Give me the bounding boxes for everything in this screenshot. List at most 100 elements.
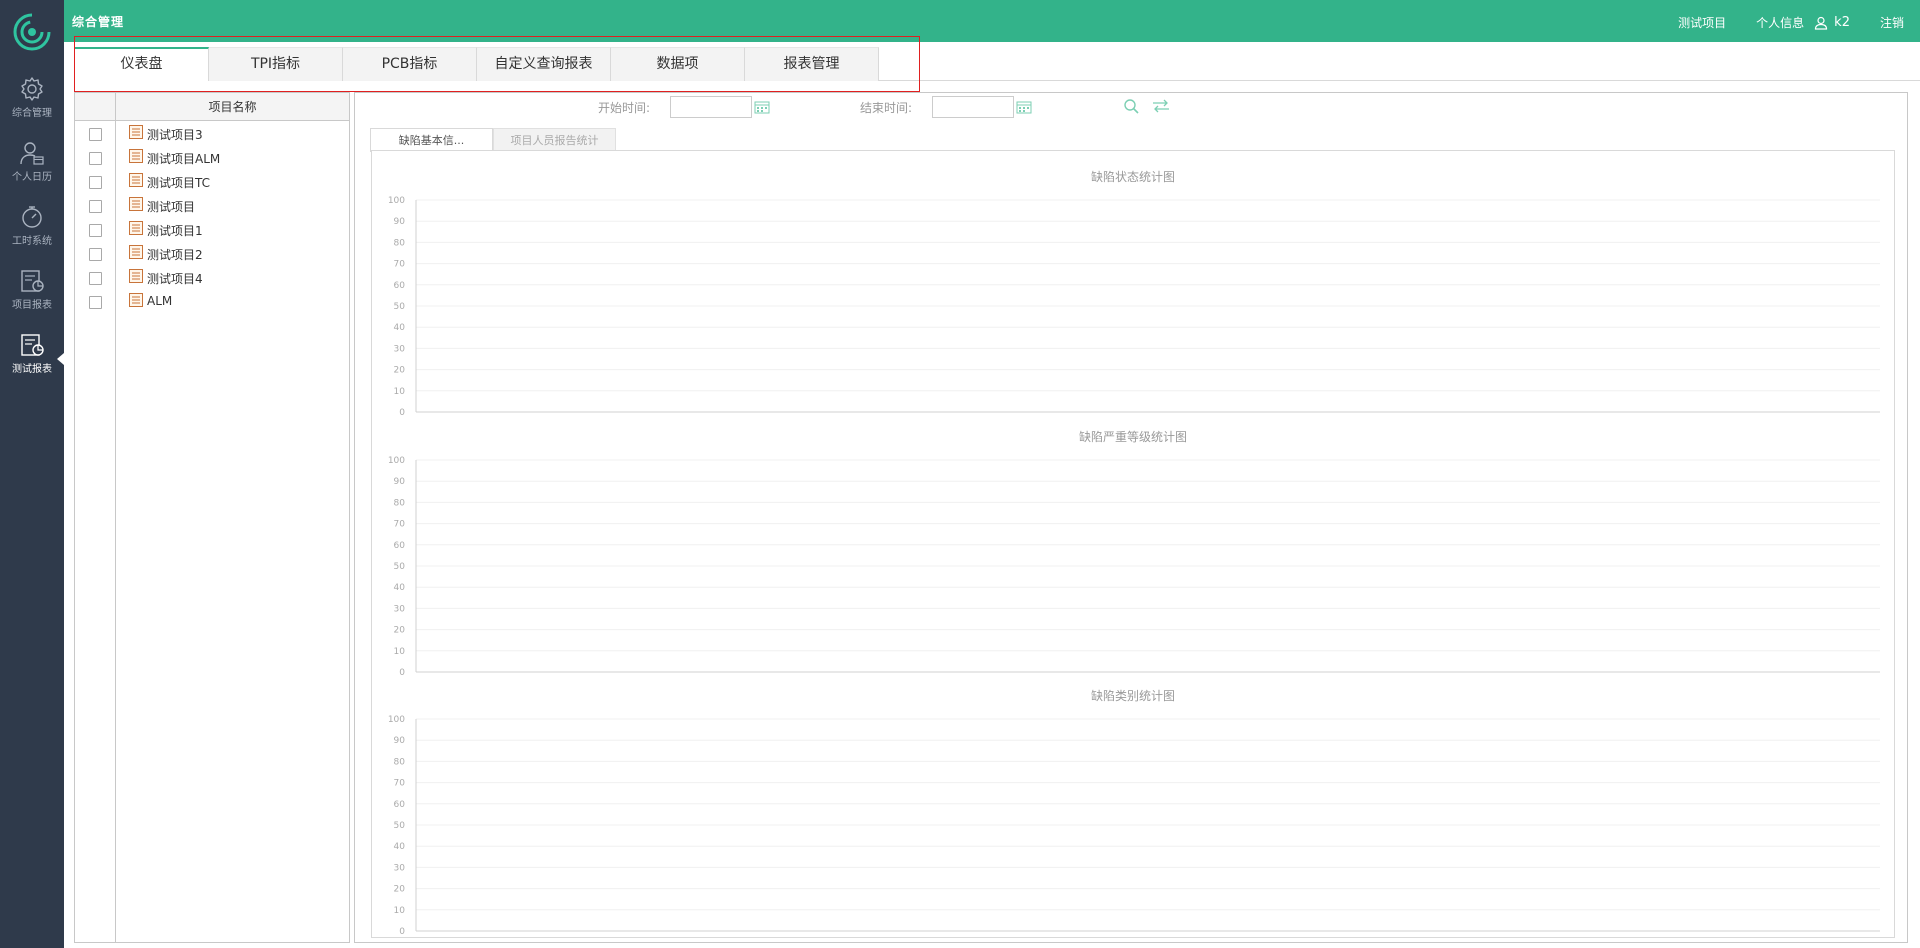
y-tick-label: 10 xyxy=(394,647,406,657)
y-tick-label: 80 xyxy=(394,757,406,767)
page-title: 综合管理 xyxy=(72,15,125,29)
sidebar-item-label: 工时系统 xyxy=(12,236,52,247)
document-list-icon xyxy=(129,197,143,211)
y-tick-label: 100 xyxy=(388,456,405,466)
project-name[interactable]: 测试项目TC xyxy=(147,174,210,191)
project-checkbox[interactable] xyxy=(89,296,102,309)
project-list-panel: 项目名称 测试项目3 测试项目ALM 测试项目TC 测试项目测试项目1 测试项目2 测试项… xyxy=(74,92,350,943)
y-tick-label: 60 xyxy=(394,800,406,810)
project-checkbox[interactable] xyxy=(89,224,102,237)
active-indicator xyxy=(57,353,64,365)
project-name[interactable]: 测试项目4 xyxy=(147,270,203,287)
logout-link[interactable]: 注销 xyxy=(1880,14,1904,31)
tab-custom-query[interactable]: 自定义查询报表 xyxy=(477,47,611,81)
header-actions: 测试项目 个人信息 k2 注销 xyxy=(1648,14,1904,31)
project-name[interactable]: 测试项目2 xyxy=(147,246,203,263)
sidebar-item-test-report[interactable]: 测试报表 xyxy=(0,332,64,390)
sidebar-item-general[interactable]: 综合管理 xyxy=(0,76,64,134)
y-tick-label: 10 xyxy=(394,387,406,397)
chart-title: 缺陷严重等级统计图 xyxy=(1079,429,1187,444)
document-list-icon xyxy=(129,149,143,163)
project-list-header: 项目名称 xyxy=(75,93,349,121)
y-tick-label: 50 xyxy=(394,562,406,572)
project-row[interactable]: 测试项目1 xyxy=(75,218,349,242)
calendar-icon[interactable] xyxy=(754,100,770,114)
project-name[interactable]: 测试项目 xyxy=(147,198,195,215)
project-checkbox[interactable] xyxy=(89,176,102,189)
tab-pcb[interactable]: PCB指标 xyxy=(343,47,477,81)
sidebar-item-label: 个人日历 xyxy=(12,172,52,183)
y-tick-label: 0 xyxy=(399,668,405,678)
stopwatch-icon xyxy=(22,206,42,228)
project-name[interactable]: 测试项目3 xyxy=(147,126,203,143)
y-tick-label: 80 xyxy=(394,238,406,248)
main-tabs-highlight: 仪表盘 TPI指标 PCB指标 自定义查询报表 数据项 报表管理 xyxy=(74,36,920,92)
y-tick-label: 100 xyxy=(388,715,405,725)
start-time-input[interactable] xyxy=(670,96,752,118)
document-list-icon xyxy=(129,293,143,307)
project-checkbox[interactable] xyxy=(89,272,102,285)
start-time-label: 开始时间: xyxy=(598,101,651,115)
test-project-link[interactable]: 测试项目 xyxy=(1678,14,1726,31)
sidebar-item-calendar[interactable]: 个人日历 xyxy=(0,140,64,198)
project-checkbox[interactable] xyxy=(89,152,102,165)
project-row[interactable]: 测试项目 xyxy=(75,194,349,218)
sidebar-item-label: 测试报表 xyxy=(12,364,52,375)
y-tick-label: 70 xyxy=(394,520,406,530)
user-icon xyxy=(1815,16,1828,30)
calendar-icon[interactable] xyxy=(1016,100,1032,114)
y-tick-label: 40 xyxy=(394,323,406,333)
tab-data-items[interactable]: 数据项 xyxy=(611,47,745,81)
project-row[interactable]: 测试项目3 xyxy=(75,122,349,146)
username: k2 xyxy=(1834,15,1850,30)
y-tick-label: 0 xyxy=(399,408,405,418)
end-time-label: 结束时间: xyxy=(860,101,913,115)
project-row[interactable]: 测试项目TC xyxy=(75,170,349,194)
y-tick-label: 20 xyxy=(394,366,406,376)
document-list-icon xyxy=(129,173,143,187)
tab-tpi[interactable]: TPI指标 xyxy=(209,47,343,81)
project-name[interactable]: 测试项目ALM xyxy=(147,150,220,167)
project-row[interactable]: 测试项目ALM xyxy=(75,146,349,170)
tab-report-management[interactable]: 报表管理 xyxy=(745,47,879,81)
swirl-logo-icon[interactable] xyxy=(12,12,52,52)
end-time-input[interactable] xyxy=(932,96,1014,118)
project-checkbox[interactable] xyxy=(89,200,102,213)
y-tick-label: 30 xyxy=(394,344,406,354)
sidebar-item-label: 综合管理 xyxy=(12,108,52,119)
tab-dashboard[interactable]: 仪表盘 xyxy=(75,47,209,81)
sidebar-item-project-report[interactable]: 项目报表 xyxy=(0,268,64,326)
y-tick-label: 90 xyxy=(394,477,406,487)
project-row[interactable]: 测试项目2 xyxy=(75,242,349,266)
project-checkbox[interactable] xyxy=(89,128,102,141)
sidebar-item-timesheet[interactable]: 工时系统 xyxy=(0,204,64,262)
subtab-defect-basic[interactable]: 缺陷基本信... xyxy=(370,128,493,152)
y-tick-label: 90 xyxy=(394,736,406,746)
y-tick-label: 50 xyxy=(394,821,406,831)
report-chart-icon xyxy=(21,270,44,292)
project-row[interactable]: 测试项目4 xyxy=(75,266,349,290)
y-tick-label: 0 xyxy=(399,927,405,937)
y-tick-label: 40 xyxy=(394,842,406,852)
project-checkbox[interactable] xyxy=(89,248,102,261)
subtab-project-personnel[interactable]: 项目人员报告统计 xyxy=(493,128,616,152)
document-list-icon xyxy=(129,125,143,139)
y-tick-label: 60 xyxy=(394,281,406,291)
project-name[interactable]: ALM xyxy=(147,294,172,308)
y-tick-label: 30 xyxy=(394,604,406,614)
project-name[interactable]: 测试项目1 xyxy=(147,222,203,239)
sidebar: 综合管理 个人日历 工时系统 项目报表 测试报表 xyxy=(0,0,64,948)
bar-chart: 缺陷严重等级统计图 0 10 20 30 40 50 60 70 80 90 100 xyxy=(388,429,1880,678)
profile-link[interactable]: 个人信息 xyxy=(1756,14,1804,31)
test-report-icon xyxy=(21,334,44,356)
swap-arrows-icon[interactable] xyxy=(1152,99,1170,113)
project-row[interactable]: ALM xyxy=(75,290,349,314)
y-tick-label: 100 xyxy=(388,196,405,206)
document-list-icon xyxy=(129,269,143,283)
chart-title: 缺陷状态统计图 xyxy=(1091,169,1175,184)
y-tick-label: 90 xyxy=(394,217,406,227)
y-tick-label: 80 xyxy=(394,498,406,508)
search-icon[interactable] xyxy=(1123,98,1139,114)
document-list-icon xyxy=(129,245,143,259)
user-menu[interactable]: k2 xyxy=(1814,15,1850,30)
